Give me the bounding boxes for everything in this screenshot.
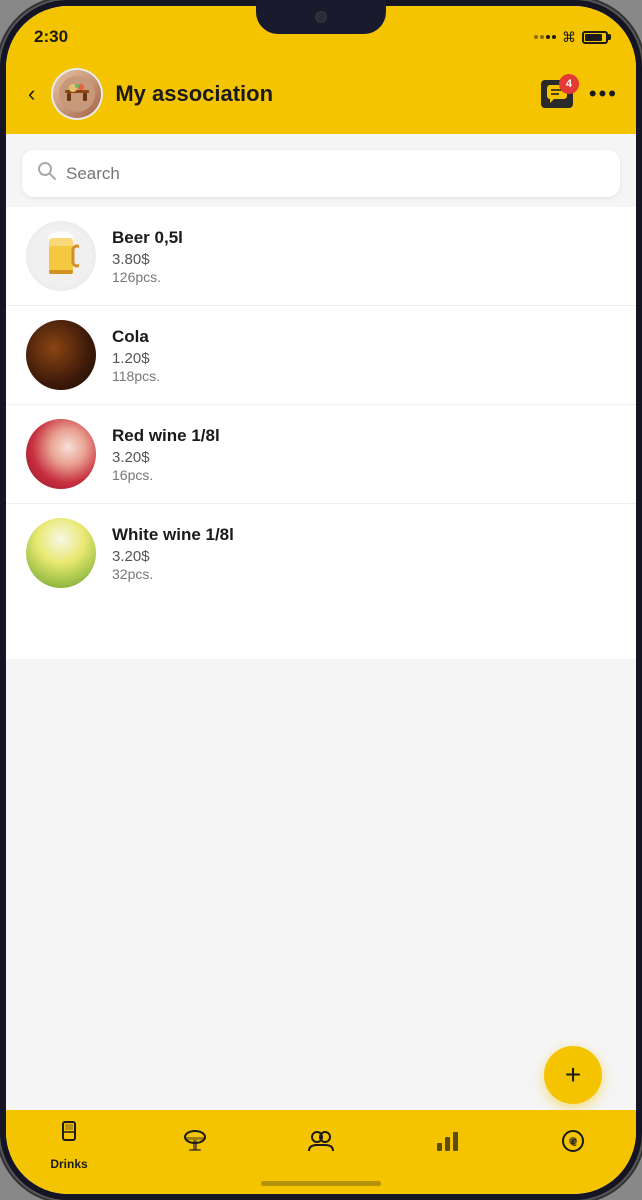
back-button[interactable]: ‹ <box>24 77 39 111</box>
signal-icon <box>534 35 556 39</box>
app-header: ‹ My association <box>6 58 636 134</box>
search-icon <box>38 162 56 185</box>
status-time: 2:30 <box>34 27 68 47</box>
phone-frame: 2:30 ⌘ ‹ <box>0 0 642 1200</box>
item-quantity: 126pcs. <box>112 269 616 285</box>
settings-icon: € <box>559 1127 587 1162</box>
item-image-redwine <box>26 419 96 489</box>
wifi-icon: ⌘ <box>562 29 576 46</box>
svg-text:€: € <box>571 1138 577 1149</box>
nav-item-settings[interactable]: € <box>543 1127 603 1162</box>
nav-item-members[interactable] <box>291 1127 351 1162</box>
item-image-cola <box>26 320 96 390</box>
battery-icon <box>582 31 608 44</box>
item-quantity: 118pcs. <box>112 368 616 384</box>
item-quantity: 32pcs. <box>112 566 616 582</box>
item-price: 3.80$ <box>112 251 616 268</box>
page-title: My association <box>115 81 529 107</box>
avatar-image <box>53 70 101 118</box>
item-details: Red wine 1/8l 3.20$ 16pcs. <box>112 426 616 483</box>
empty-space <box>6 659 636 1111</box>
avatar-art <box>59 76 95 112</box>
battery-fill <box>585 34 602 41</box>
content-area: Beer 0,5l 3.80$ 126pcs. Cola 1.20$ 118pc… <box>6 134 636 1110</box>
header-actions: 4 ••• <box>541 80 618 108</box>
stats-icon <box>433 1127 461 1162</box>
nav-item-food[interactable] <box>165 1127 225 1162</box>
item-quantity: 16pcs. <box>112 467 616 483</box>
screen: 2:30 ⌘ ‹ <box>6 6 636 1194</box>
item-name: Red wine 1/8l <box>112 426 616 446</box>
notification-badge: 4 <box>559 74 579 94</box>
home-indicator <box>261 1181 381 1186</box>
item-details: White wine 1/8l 3.20$ 32pcs. <box>112 525 616 582</box>
nav-label-drinks: Drinks <box>50 1157 87 1171</box>
beer-icon <box>43 228 79 284</box>
item-details: Cola 1.20$ 118pcs. <box>112 327 616 384</box>
item-name: Cola <box>112 327 616 347</box>
food-icon <box>181 1127 209 1162</box>
status-icons: ⌘ <box>534 29 608 46</box>
list-item[interactable]: White wine 1/8l 3.20$ 32pcs. <box>6 504 636 602</box>
item-details: Beer 0,5l 3.80$ 126pcs. <box>112 228 616 285</box>
item-price: 3.20$ <box>112 548 616 565</box>
item-image-beer <box>26 221 96 291</box>
chat-button[interactable]: 4 <box>541 80 573 108</box>
item-name: Beer 0,5l <box>112 228 616 248</box>
list-item[interactable]: Red wine 1/8l 3.20$ 16pcs. <box>6 405 636 504</box>
search-input[interactable] <box>66 164 604 184</box>
search-container <box>6 134 636 207</box>
nav-item-stats[interactable] <box>417 1127 477 1162</box>
nav-item-drinks[interactable]: Drinks <box>39 1118 99 1171</box>
add-button[interactable]: + <box>544 1046 602 1104</box>
members-icon <box>307 1127 335 1162</box>
avatar <box>51 68 103 120</box>
item-name: White wine 1/8l <box>112 525 616 545</box>
list-item[interactable]: Beer 0,5l 3.80$ 126pcs. <box>6 207 636 306</box>
more-button[interactable]: ••• <box>589 81 618 107</box>
items-list: Beer 0,5l 3.80$ 126pcs. Cola 1.20$ 118pc… <box>6 207 636 659</box>
drinks-icon <box>55 1118 83 1153</box>
list-item[interactable]: Cola 1.20$ 118pcs. <box>6 306 636 405</box>
camera <box>315 11 327 23</box>
item-price: 3.20$ <box>112 449 616 466</box>
notch <box>256 0 386 34</box>
item-price: 1.20$ <box>112 350 616 367</box>
search-box <box>22 150 620 197</box>
item-image-whitewine <box>26 518 96 588</box>
